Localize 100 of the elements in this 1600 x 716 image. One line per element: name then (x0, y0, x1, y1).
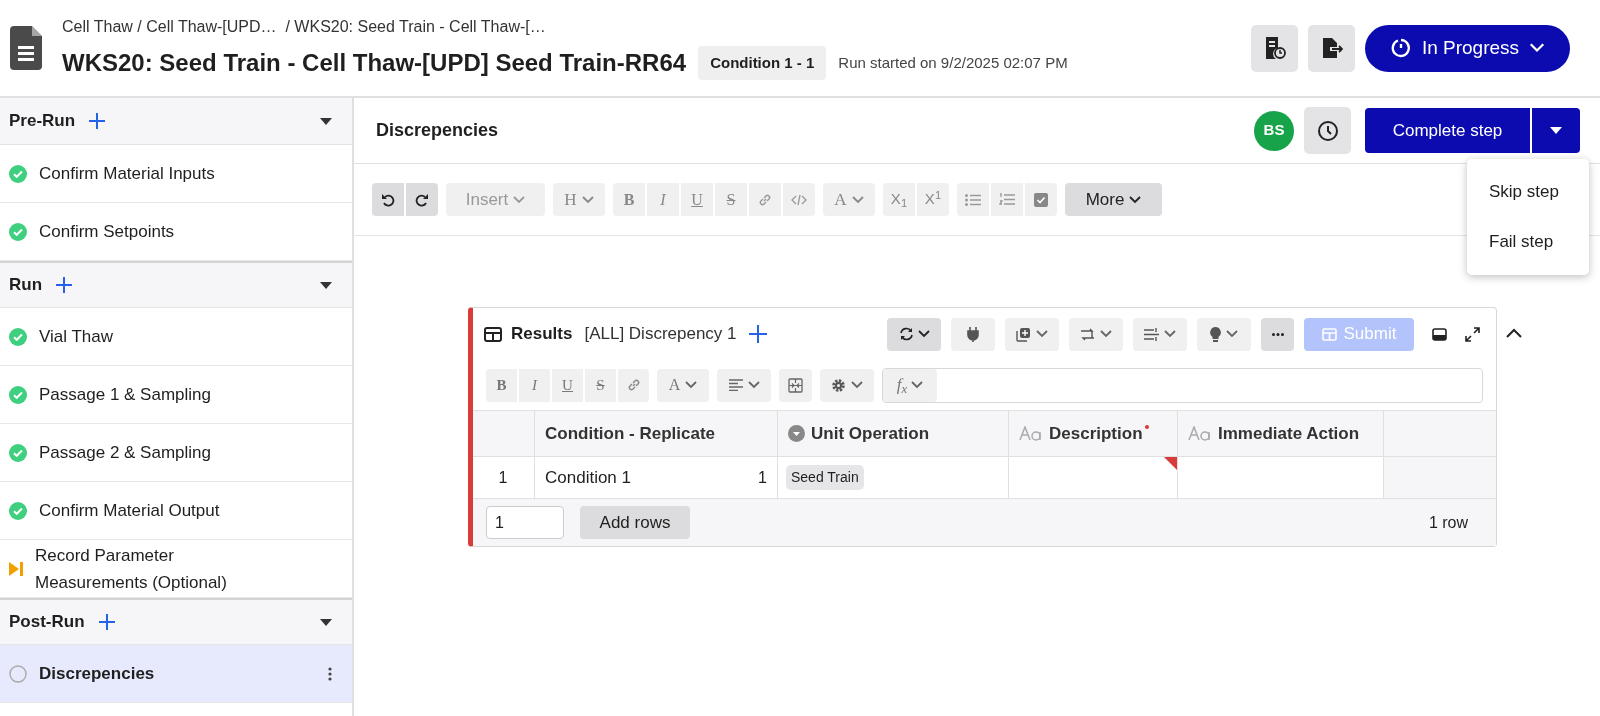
section-title: Post-Run (9, 611, 85, 634)
export-button[interactable] (1308, 24, 1355, 72)
font-color-dropdown[interactable]: A (657, 368, 709, 402)
chevron-down-icon (1036, 330, 1048, 338)
complete-step-button[interactable]: Complete step (1365, 108, 1530, 153)
plus-icon[interactable] (98, 614, 115, 630)
ellipsis-icon (1271, 332, 1284, 336)
add-copy-dropdown[interactable] (1005, 317, 1059, 351)
section-header[interactable]: Pre-Run (0, 98, 352, 145)
redo-icon (415, 192, 429, 207)
history-button[interactable] (1304, 107, 1351, 154)
merge-cells-button[interactable] (779, 368, 812, 402)
undo-button[interactable] (372, 183, 404, 216)
redo-button[interactable] (406, 183, 438, 216)
bold-button[interactable]: B (486, 368, 517, 402)
chevron-down-icon (1529, 43, 1546, 53)
numbered-list-icon (999, 193, 1015, 206)
caret-icon[interactable] (320, 117, 332, 125)
table-icon (1321, 327, 1337, 341)
chevron-down-icon (581, 195, 594, 204)
step-label: Confirm Material Output (39, 500, 220, 522)
step-label: Confirm Setpoints (39, 221, 175, 243)
menu-item[interactable]: Fail step (1467, 217, 1589, 267)
ideas-dropdown[interactable] (1197, 317, 1251, 351)
document-icon (10, 26, 42, 70)
checklist-button[interactable] (1025, 183, 1057, 216)
tag: Seed Train (786, 465, 864, 490)
status-button[interactable]: In Progress (1365, 24, 1570, 72)
collapse-icon[interactable] (1506, 328, 1522, 338)
plug-button[interactable] (951, 317, 995, 351)
panel-icon[interactable] (1432, 327, 1447, 341)
chevron-down-icon (917, 330, 930, 338)
widget-type-label: Results (511, 323, 573, 346)
section-title: Pre-Run (9, 110, 76, 133)
schedule-button[interactable] (1251, 24, 1298, 72)
chevron-down-icon (513, 195, 526, 204)
more-dropdown[interactable]: More (1065, 183, 1162, 216)
route-icon (1080, 327, 1095, 341)
settings-dropdown[interactable] (820, 368, 874, 402)
more-button[interactable] (1261, 317, 1294, 351)
step-item[interactable]: Discrepencies (0, 645, 352, 703)
plus-icon[interactable] (89, 113, 106, 129)
clock-icon (1316, 119, 1339, 142)
row-count-text: 1 row (1428, 512, 1468, 533)
refresh-icon (898, 327, 914, 341)
copy-plus-icon (1016, 326, 1031, 342)
more-vertical-icon[interactable] (328, 666, 332, 681)
merge-cells-icon (788, 377, 803, 393)
section-header[interactable]: Run (0, 261, 352, 308)
align-left-icon (728, 379, 743, 391)
replicate-number: 1 (758, 467, 767, 488)
plug-icon (967, 326, 979, 342)
caret-icon[interactable] (320, 618, 332, 626)
chevron-down-icon (1226, 330, 1238, 338)
step-label: Confirm Material Inputs (39, 163, 215, 185)
link-icon (758, 192, 772, 207)
italic-button[interactable]: I (519, 368, 550, 402)
text-type-icon (1019, 426, 1043, 441)
caret-icon (1550, 127, 1562, 134)
bullet-list-icon (965, 193, 981, 206)
caret-icon[interactable] (320, 281, 332, 289)
plus-icon[interactable] (56, 277, 73, 293)
link-button[interactable] (618, 368, 649, 402)
table-icon (484, 326, 502, 342)
expand-icon[interactable] (1465, 326, 1480, 342)
align-dropdown[interactable] (717, 368, 771, 402)
strikethrough-button[interactable]: S (585, 368, 616, 402)
step-options-button[interactable] (1532, 108, 1580, 153)
widget-name: [ALL] Discrepency 1 (584, 323, 737, 346)
chevron-down-icon (851, 195, 864, 204)
text-type-icon (1188, 426, 1212, 441)
chevron-down-icon (851, 381, 863, 389)
plus-icon[interactable] (748, 325, 767, 343)
checkbox-icon (1034, 192, 1048, 207)
refresh-dropdown[interactable] (887, 317, 941, 351)
step-label: Record Parameter Measurements (Optional) (35, 544, 228, 594)
required-marker (1144, 425, 1149, 429)
underline-button[interactable]: U (552, 368, 583, 402)
undo-icon (381, 192, 395, 207)
step-label: Passage 2 & Sampling (39, 442, 211, 464)
column-header[interactable]: Unit Operation (778, 411, 1009, 456)
section-header[interactable]: Post-Run (0, 598, 352, 645)
step-label: Discrepencies (39, 663, 155, 685)
lightbulb-icon (1210, 326, 1221, 342)
step-label: Passage 1 & Sampling (39, 384, 211, 406)
chevron-down-icon (1129, 195, 1142, 204)
chevron-down-icon (747, 381, 760, 389)
column-header[interactable]: Immediate Action (1178, 411, 1384, 456)
row-count-field[interactable]: 1 (486, 506, 564, 539)
run-title: WKS20: Seed Train - Cell Thaw-[UPD] Seed Train-RR64 (62, 48, 687, 78)
column-header[interactable]: Condition - Replicate (535, 411, 778, 456)
condition-badge: Condition 1 - 1 (698, 45, 827, 81)
required-corner-marker (1164, 457, 1177, 470)
adjust-dropdown[interactable] (1133, 317, 1187, 351)
breadcrumb[interactable]: Cell Thaw / Cell Thaw-[UPD… / WKS20: Seed Train - Cell Thaw-[… (62, 15, 1068, 39)
menu-item[interactable]: Skip step (1467, 167, 1589, 217)
column-header[interactable]: Description (1009, 411, 1178, 456)
step-title: Discrepencies (376, 119, 499, 142)
flow-dropdown[interactable] (1069, 317, 1123, 351)
add-rows-button[interactable]: Add rows (580, 506, 690, 539)
